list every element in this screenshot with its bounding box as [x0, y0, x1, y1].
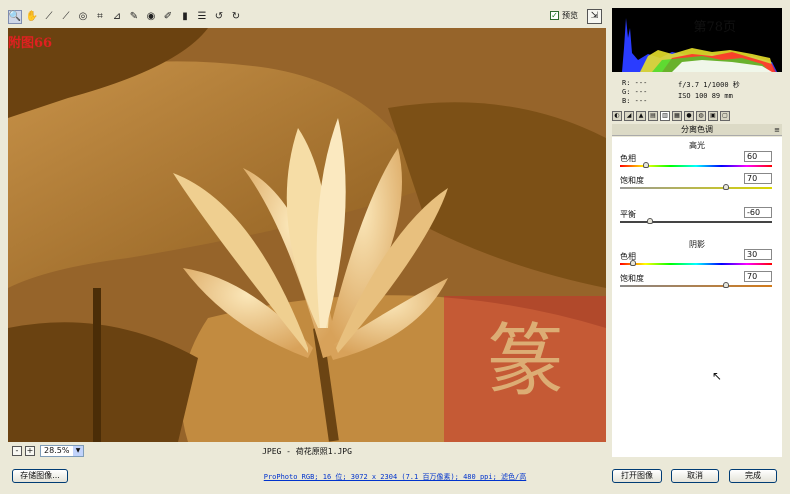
red-readout: R: --- — [622, 79, 648, 87]
green-readout: G: --- — [622, 88, 648, 96]
highlights-hue-slider[interactable] — [643, 162, 649, 168]
effects-tab-icon[interactable]: ● — [684, 111, 694, 121]
snapshots-tab-icon[interactable]: ▢ — [720, 111, 730, 121]
hand-tool-icon[interactable]: ✋ — [25, 10, 39, 24]
mouse-cursor-icon: ↖ — [712, 369, 723, 383]
highlights-saturation-row: 饱和度 70 — [620, 173, 772, 195]
histogram: 第78页 — [612, 8, 782, 72]
blue-readout: B: --- — [622, 97, 648, 105]
hsl-tab-icon[interactable]: ▤ — [648, 111, 658, 121]
rotate-cw-icon[interactable]: ↻ — [229, 10, 243, 24]
open-image-button[interactable]: 打开图像 — [612, 469, 662, 483]
detail-tab-icon[interactable]: ▲ — [636, 111, 646, 121]
preferences-tool-icon[interactable]: ☰ — [195, 10, 209, 24]
tool-bar: 🔍 ✋ ⟋ ⟋ ◎ ⌗ ⊿ ✎ ◉ ✐ ▮ ☰ ↺ ↻ ✓ 预览 ⇲ — [8, 8, 606, 26]
shadows-saturation-label: 饱和度 — [620, 274, 644, 283]
crop-tool-icon[interactable]: ⌗ — [93, 10, 107, 24]
shadows-hue-slider[interactable] — [630, 260, 636, 266]
camera-calibration-tab-icon[interactable]: ◍ — [696, 111, 706, 121]
balance-slider[interactable] — [647, 218, 653, 224]
preview-toggle[interactable]: ✓ 预览 — [550, 10, 578, 21]
highlights-saturation-track[interactable] — [620, 187, 772, 189]
panel-tabs: ◐ ◢ ▲ ▤ ▥ ▦ ● ◍ ▣ ▢ — [612, 110, 782, 122]
highlights-saturation-label: 饱和度 — [620, 176, 644, 185]
aperture-shutter: f/3.7 1/1000 秒 — [678, 81, 740, 89]
straighten-tool-icon[interactable]: ⊿ — [110, 10, 124, 24]
lotus-photo: 篆 — [8, 28, 606, 442]
exposure-readout: f/3.7 1/1000 秒 ISO 100 89 mm — [678, 80, 778, 102]
highlights-hue-input[interactable]: 60 — [744, 151, 772, 162]
highlights-saturation-slider[interactable] — [723, 184, 729, 190]
panel-menu-icon[interactable]: ≡ — [774, 125, 780, 136]
target-adjust-tool-icon[interactable]: ◎ — [76, 10, 90, 24]
spot-removal-tool-icon[interactable]: ✎ — [127, 10, 141, 24]
shadows-hue-row: 色相 30 — [620, 249, 772, 271]
svg-text:篆: 篆 — [486, 317, 564, 407]
highlights-saturation-input[interactable]: 70 — [744, 173, 772, 184]
shadows-saturation-slider[interactable] — [723, 282, 729, 288]
red-eye-tool-icon[interactable]: ◉ — [144, 10, 158, 24]
adjustment-brush-tool-icon[interactable]: ✐ — [161, 10, 175, 24]
cancel-button[interactable]: 取消 — [671, 469, 719, 483]
highlights-title: 高光 — [689, 141, 705, 150]
shadows-saturation-input[interactable]: 70 — [744, 271, 772, 282]
done-button[interactable]: 完成 — [729, 469, 777, 483]
tone-curve-tab-icon[interactable]: ◢ — [624, 111, 634, 121]
zoom-tool-icon[interactable]: 🔍 — [8, 10, 22, 24]
balance-label: 平衡 — [620, 210, 636, 219]
balance-input[interactable]: -60 — [744, 207, 772, 218]
camera-info: R: --- G: --- B: --- f/3.7 1/1000 秒 ISO … — [612, 76, 782, 106]
iso-focal: ISO 100 89 mm — [678, 92, 733, 100]
balance-row: 平衡 -60 — [620, 207, 772, 229]
lens-tab-icon[interactable]: ▦ — [672, 111, 682, 121]
split-toning-tab-icon[interactable]: ▥ — [660, 111, 670, 121]
file-name: JPEG - 荷花原照1.JPG — [262, 447, 352, 456]
image-preview[interactable]: 篆 附图66 — [8, 28, 606, 442]
highlights-hue-row: 色相 60 — [620, 151, 772, 173]
figure-label: 附图66 — [8, 36, 53, 51]
shadows-hue-input[interactable]: 30 — [744, 249, 772, 260]
highlights-hue-label: 色相 — [620, 154, 636, 163]
balance-track[interactable] — [620, 221, 772, 223]
panel-title: 分离色调 ≡ — [612, 124, 782, 136]
presets-tab-icon[interactable]: ▣ — [708, 111, 718, 121]
shadows-hue-track[interactable] — [620, 263, 772, 265]
color-sampler-tool-icon[interactable]: ⟋ — [59, 10, 73, 24]
preview-checkbox[interactable]: ✓ — [550, 11, 559, 20]
basic-tab-icon[interactable]: ◐ — [612, 111, 622, 121]
image-status-bar: - + 28.5% ▼ JPEG - 荷花原照1.JPG — [8, 444, 606, 458]
white-balance-tool-icon[interactable]: ⟋ — [42, 10, 56, 24]
preview-label: 预览 — [562, 11, 578, 20]
page-number: 第78页 — [693, 20, 736, 35]
shadows-saturation-track[interactable] — [620, 285, 772, 287]
fullscreen-icon[interactable]: ⇲ — [587, 9, 602, 24]
split-toning-panel: 高光 色相 60 饱和度 70 平衡 -60 阴影 色相 30 饱和度 70 ↖ — [612, 137, 782, 457]
shadows-saturation-row: 饱和度 70 — [620, 271, 772, 293]
bottom-bar: 存储图像... ProPhoto RGB; 16 位; 3072 x 2304 … — [0, 462, 790, 494]
rotate-ccw-icon[interactable]: ↺ — [212, 10, 226, 24]
rgb-readout: R: --- G: --- B: --- — [622, 79, 647, 106]
graduated-filter-tool-icon[interactable]: ▮ — [178, 10, 192, 24]
split-toning-title: 分离色调 — [681, 125, 713, 134]
